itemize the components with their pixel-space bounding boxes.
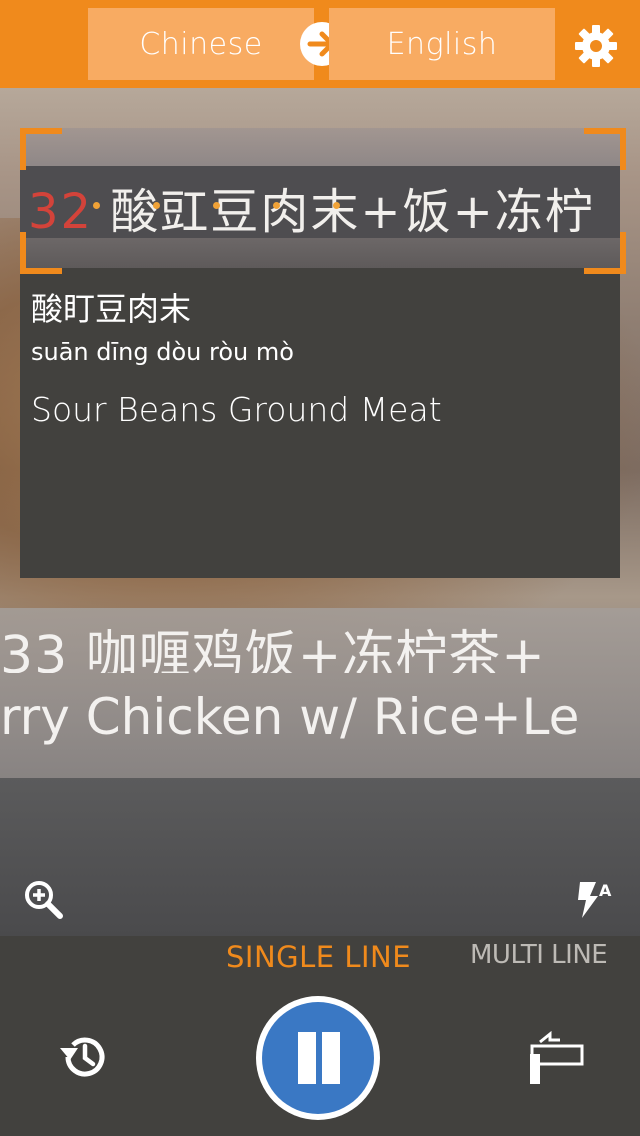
camera-dark-strip <box>0 778 640 936</box>
captured-line-text: 32 酸豇豆肉末+饭+冻柠 <box>28 172 620 242</box>
gear-icon[interactable] <box>572 22 620 70</box>
scan-frame-corner <box>584 232 626 274</box>
translation-text[interactable]: Sour Beans Ground Meat <box>31 390 442 429</box>
captured-line-preview: 32 酸豇豆肉末+饭+冻柠 <box>20 128 620 268</box>
history-icon[interactable] <box>56 1028 114 1086</box>
pause-icon <box>262 1002 374 1114</box>
target-language-label: English <box>386 26 498 62</box>
multi-line-mode-button[interactable]: MULTI LINE <box>470 940 608 970</box>
svg-text:A: A <box>599 881 612 900</box>
pinyin-text: suān dīng dòu ròu mò <box>31 338 294 366</box>
ocr-marker <box>153 202 160 209</box>
camera-menu-line-2: rry Chicken w/ Rice+Le <box>0 688 580 746</box>
source-language-button[interactable]: Chinese <box>88 8 314 80</box>
top-bar: Chinese English <box>0 0 640 88</box>
single-line-mode-button[interactable]: SINGLE LINE <box>226 940 411 974</box>
ocr-marker <box>273 202 280 209</box>
pause-bar <box>298 1032 316 1084</box>
target-language-button[interactable]: English <box>329 8 555 80</box>
source-language-label: Chinese <box>139 26 263 62</box>
zoom-in-icon[interactable] <box>22 878 66 922</box>
ocr-marker <box>213 202 220 209</box>
auto-flash-icon[interactable]: A <box>574 878 618 922</box>
recognized-source-text[interactable]: 酸盯豆肉末 <box>31 284 191 330</box>
pause-bar <box>322 1032 340 1084</box>
scan-frame-corner <box>20 232 62 274</box>
pause-button[interactable] <box>256 996 380 1120</box>
ocr-marker <box>333 202 340 209</box>
captured-line-chinese: 酸豇豆肉末+饭+冻柠 <box>110 184 595 240</box>
ocr-marker <box>93 202 100 209</box>
scan-frame-corner <box>20 128 62 170</box>
scan-frame-corner <box>584 128 626 170</box>
text-input-icon[interactable] <box>526 1028 586 1088</box>
camera-menu-line-1: 33 咖喱鸡饭+冻柠茶+ <box>0 626 546 673</box>
